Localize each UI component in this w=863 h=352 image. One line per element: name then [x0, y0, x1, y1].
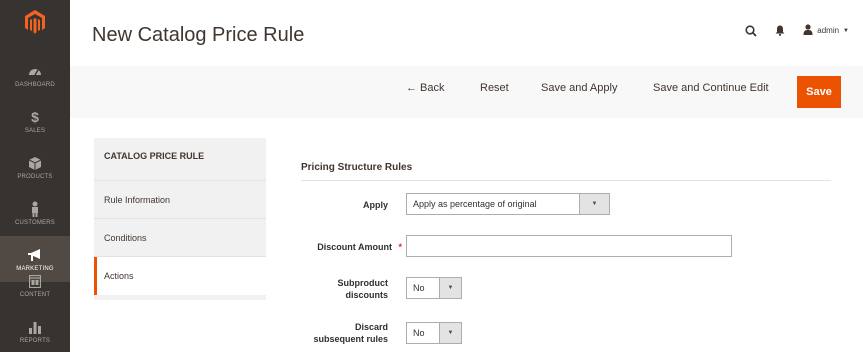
search-icon[interactable]	[745, 24, 757, 37]
nav-item-products[interactable]: PRODUCTS	[0, 144, 70, 190]
nav-item-label: SALES	[24, 128, 46, 134]
discard-label-line1: Discard	[354, 322, 388, 332]
chevron-down-icon: ▼	[843, 27, 849, 34]
subproduct-discounts-select[interactable]: No ▼	[406, 277, 462, 299]
reset-button[interactable]: Reset	[480, 82, 509, 94]
tab-rule-information[interactable]: Rule Information	[94, 181, 266, 219]
user-account-menu[interactable]: admin ▼	[803, 24, 849, 37]
bar-chart-icon	[25, 318, 45, 336]
tab-actions[interactable]: Actions	[94, 257, 266, 295]
nav-item-label: PRODUCTS	[17, 174, 53, 180]
nav-item-dashboard[interactable]: DASHBOARD	[0, 52, 70, 98]
chevron-down-icon: ▼	[439, 323, 461, 343]
dashboard-icon	[25, 62, 45, 80]
tab-label: Rule Information	[104, 195, 171, 205]
tabs-title: CATALOG PRICE RULE	[104, 151, 205, 161]
required-mark: *	[398, 242, 402, 252]
tab-label: Actions	[104, 271, 134, 281]
discard-subsequent-rules-select[interactable]: No ▼	[406, 322, 462, 344]
save-button[interactable]: Save	[797, 76, 841, 108]
discount-amount-label-text: Discount Amount	[317, 242, 392, 252]
user-name: admin	[817, 26, 840, 35]
dollar-icon: $	[31, 109, 39, 125]
subproduct-label-line1: Subproduct	[337, 278, 389, 288]
nav-item-label: CUSTOMERS	[14, 220, 56, 226]
save-and-continue-edit-button[interactable]: Save and Continue Edit	[653, 82, 769, 94]
rule-tabs-panel: CATALOG PRICE RULE Rule Information Cond…	[94, 138, 266, 300]
subproduct-discounts-label: Subproduct discounts	[300, 277, 389, 301]
back-button[interactable]: ← Back	[406, 82, 445, 94]
discard-label-line2: subsequent rules	[313, 334, 388, 344]
section-divider	[301, 180, 831, 181]
magento-logo-icon	[25, 10, 45, 34]
discount-amount-label: Discount Amount *	[290, 241, 402, 253]
nav-item-label: DASHBOARD	[15, 82, 55, 88]
tab-label: Conditions	[104, 233, 147, 243]
header-actions: admin ▼	[745, 24, 849, 37]
save-and-apply-button[interactable]: Save and Apply	[541, 82, 617, 94]
apply-select-value: Apply as percentage of original	[413, 199, 537, 209]
layout-icon	[25, 272, 45, 290]
discount-amount-input[interactable]	[406, 235, 732, 257]
section-title: Pricing Structure Rules	[301, 162, 413, 173]
discard-select-value: No	[413, 328, 425, 338]
tab-conditions[interactable]: Conditions	[94, 219, 266, 257]
apply-label-text: Apply	[362, 200, 388, 210]
nav-item-label: CONTENT	[19, 292, 51, 298]
subproduct-label-line2: discounts	[345, 290, 388, 300]
chevron-down-icon: ▼	[579, 194, 609, 214]
apply-label: Apply	[300, 199, 388, 211]
magento-logo[interactable]	[0, 0, 70, 44]
admin-sidebar: DASHBOARD $ SALES PRODUCTS CUSTOMERS MAR…	[0, 0, 70, 352]
page-actions-bar: ← Back Reset Save and Apply Save and Con…	[70, 66, 863, 118]
cube-icon	[25, 154, 45, 172]
nav-item-content[interactable]: CONTENT	[0, 262, 70, 308]
nav-item-label: REPORTS	[19, 338, 51, 344]
apply-select[interactable]: Apply as percentage of original ▼	[406, 193, 610, 215]
chevron-down-icon: ▼	[439, 278, 461, 298]
user-icon	[803, 24, 813, 37]
person-icon	[25, 200, 45, 218]
subproduct-select-value: No	[413, 283, 425, 293]
discard-subsequent-rules-label: Discard subsequent rules	[290, 321, 388, 345]
notifications-bell-icon[interactable]	[775, 25, 785, 36]
nav-item-customers[interactable]: CUSTOMERS	[0, 190, 70, 236]
admin-page: DASHBOARD $ SALES PRODUCTS CUSTOMERS MAR…	[0, 0, 863, 352]
nav-item-reports[interactable]: REPORTS	[0, 308, 70, 352]
page-title: New Catalog Price Rule	[92, 24, 305, 46]
nav-item-sales[interactable]: $ SALES	[0, 98, 70, 144]
